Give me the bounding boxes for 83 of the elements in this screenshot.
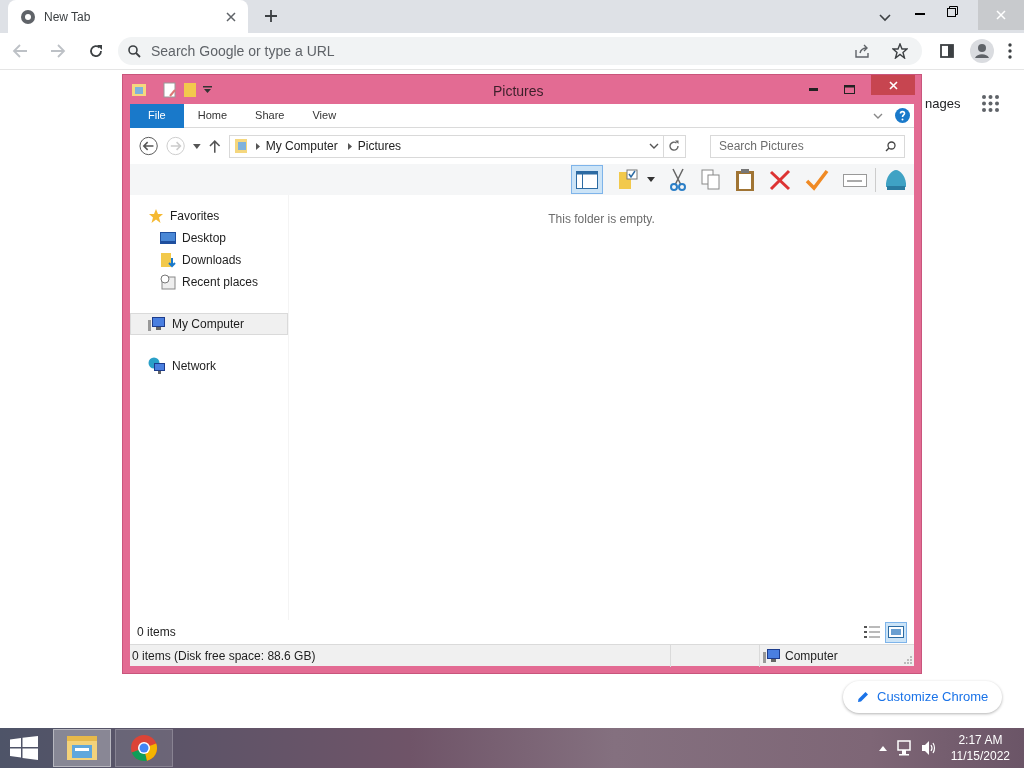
close-icon — [996, 10, 1006, 20]
computer-icon — [148, 316, 166, 332]
apps-icon[interactable] — [982, 95, 999, 112]
chevron-icon[interactable] — [347, 142, 352, 150]
preview-pane-button[interactable] — [571, 165, 603, 194]
chevron-icon[interactable] — [255, 142, 260, 150]
network-icon[interactable] — [896, 740, 913, 756]
star-icon — [148, 208, 164, 224]
pencil-icon — [857, 691, 869, 703]
item-count: 0 items — [137, 624, 176, 641]
dropdown-icon[interactable] — [647, 177, 655, 182]
clock-date[interactable]: 11/15/2022 — [950, 748, 1010, 764]
search-icon — [885, 140, 896, 152]
share-icon[interactable] — [854, 43, 870, 59]
folder-options-icon[interactable] — [617, 168, 639, 191]
status-location: Computer — [785, 647, 838, 665]
address-bar[interactable]: My Computer Pictures — [228, 134, 664, 158]
scissors-icon[interactable] — [669, 167, 687, 192]
recent-places-icon — [160, 274, 176, 290]
status-text: 0 items (Disk free space: 88.6 GB) — [131, 647, 317, 665]
search-input[interactable]: Search Pictures — [719, 137, 885, 155]
network-icon — [148, 357, 166, 375]
recent-locations-icon[interactable] — [193, 143, 202, 149]
ribbon-tab[interactable]: View — [298, 103, 351, 128]
refresh-button[interactable] — [662, 134, 686, 158]
close-button[interactable] — [871, 75, 915, 95]
computer-icon — [763, 647, 781, 664]
windows-logo-icon[interactable] — [10, 736, 38, 760]
star-icon[interactable] — [892, 43, 908, 59]
details-view-icon — [864, 626, 880, 638]
folder-icon — [233, 138, 250, 154]
nav-item[interactable]: Downloads — [130, 249, 288, 271]
maximize-icon[interactable] — [844, 85, 855, 94]
refresh-icon — [668, 140, 681, 152]
tab-search-icon[interactable] — [879, 14, 891, 22]
side-panel-icon[interactable] — [940, 44, 954, 58]
browser-tab[interactable]: New Tab — [8, 0, 248, 33]
menu-icon[interactable] — [1008, 43, 1012, 59]
large-icons-view-icon — [888, 626, 904, 638]
taskbar-app[interactable] — [115, 729, 173, 767]
search-field[interactable]: Search Pictures — [710, 134, 905, 158]
expand-ribbon-icon[interactable] — [873, 112, 883, 119]
nav-item[interactable]: Network — [130, 355, 288, 377]
nav-item[interactable]: Favorites — [130, 205, 288, 227]
paste-icon[interactable] — [735, 167, 755, 192]
rename-icon[interactable] — [843, 171, 867, 188]
downloads-folder-icon — [160, 252, 176, 268]
view-toggle-button[interactable] — [885, 621, 907, 643]
close-icon[interactable] — [226, 11, 236, 22]
ribbon-tab[interactable]: File — [130, 103, 184, 128]
show-hidden-icons-icon[interactable] — [878, 745, 887, 751]
delete-icon[interactable] — [769, 168, 791, 191]
nav-item[interactable]: Recent places — [130, 271, 288, 293]
breadcrumb-item[interactable]: Pictures — [357, 137, 402, 155]
ribbon-tab[interactable]: Home — [183, 103, 242, 128]
up-icon[interactable] — [209, 139, 221, 153]
nav-item[interactable]: My Computer — [130, 313, 288, 335]
ribbon-tab[interactable]: Share — [241, 103, 299, 128]
customize-chrome-button[interactable]: Customize Chrome — [843, 681, 1003, 713]
desktop-icon — [160, 232, 176, 244]
breadcrumb-item[interactable]: My Computer — [265, 137, 338, 155]
pane-icon — [576, 170, 598, 189]
resize-grip-icon[interactable] — [904, 656, 912, 664]
search-icon — [128, 44, 141, 58]
close-icon — [888, 80, 898, 90]
restore-icon[interactable] — [947, 6, 958, 17]
checkmark-icon[interactable] — [805, 168, 829, 191]
properties-icon[interactable] — [163, 81, 177, 98]
profile-icon[interactable] — [970, 39, 994, 63]
empty-folder-message: This folder is empty. — [548, 211, 655, 226]
nav-item[interactable]: Desktop — [130, 227, 288, 249]
new-tab-icon[interactable] — [264, 9, 278, 23]
images-link[interactable]: nages — [925, 94, 961, 114]
back-icon[interactable] — [139, 136, 159, 156]
volume-icon[interactable] — [920, 740, 937, 756]
reload-icon[interactable] — [88, 43, 104, 59]
clock-time[interactable]: 2:17 AM — [958, 732, 1003, 748]
help-icon[interactable] — [895, 108, 910, 123]
file-explorer-icon — [66, 734, 98, 762]
shell-icon[interactable] — [884, 168, 908, 191]
history-dropdown-icon[interactable] — [648, 143, 659, 149]
omnibox[interactable]: Search Google or type a URL — [118, 37, 922, 65]
window-title: Pictures — [493, 82, 544, 101]
